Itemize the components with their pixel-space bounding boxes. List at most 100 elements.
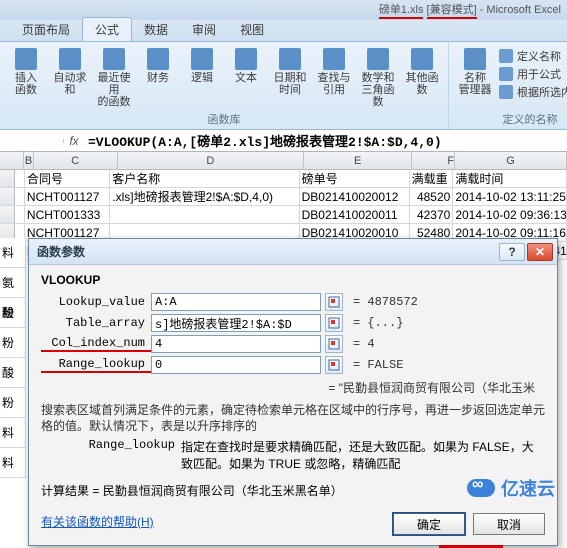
ok-button[interactable]: 确定	[393, 513, 465, 535]
name-manager-icon	[464, 48, 486, 70]
row-header[interactable]	[0, 206, 15, 223]
cell[interactable]: 磅单号	[300, 170, 410, 187]
arg-row: Range_lookup= FALSE	[41, 356, 545, 374]
function-description: 搜索表区域首列满足条件的元素，确定待检索单元格在区域中的行序号，再进一步返回选定…	[41, 402, 545, 434]
cell[interactable]	[15, 206, 25, 223]
column-headers: B C D E F G	[0, 152, 567, 170]
range-select-button[interactable]	[325, 335, 343, 353]
ribbon-button[interactable]: 最近使用的函数	[94, 46, 134, 110]
arg-input[interactable]	[151, 314, 321, 332]
row-header[interactable]	[0, 188, 15, 205]
cell[interactable]: .xls]地磅报表管理2!$A:$D,4,0)	[110, 188, 299, 205]
cell[interactable]: 42370	[410, 206, 454, 223]
ribbon-button[interactable]: 其他函数	[402, 46, 442, 110]
cell[interactable]: DB021410020012	[300, 188, 410, 205]
select-all-corner[interactable]	[0, 152, 24, 169]
cell-fragment[interactable]: 粉	[0, 328, 26, 358]
arg-input[interactable]	[151, 335, 321, 353]
arg-desc-text: 指定在查找时是要求精确匹配，还是大致匹配。如果为 FALSE，大致匹配。如果为 …	[181, 438, 545, 472]
name-manager-button[interactable]: 名称 管理器	[455, 46, 495, 102]
title-app: - Microsoft Excel	[480, 4, 561, 16]
ribbon-list-item[interactable]: 根据所选内容创建	[499, 84, 567, 100]
col-header[interactable]: F	[412, 152, 455, 169]
ribbon-button[interactable]: 文本	[226, 46, 266, 110]
formula-input[interactable]: =VLOOKUP(A:A,[磅单2.xls]地磅报表管理2!$A:$D,4,0)	[84, 129, 567, 152]
range-select-button[interactable]	[325, 314, 343, 332]
tab-page-layout[interactable]: 页面布局	[10, 18, 82, 41]
col-header[interactable]: C	[34, 152, 118, 169]
tab-data[interactable]: 数据	[132, 18, 180, 41]
cell[interactable]: 48520	[410, 188, 454, 205]
cell-fragment[interactable]: 粉	[0, 388, 26, 418]
col-header[interactable]: G	[455, 152, 567, 169]
dialog-help-button[interactable]: ?	[499, 243, 525, 261]
cell-fragment[interactable]: 粉	[0, 298, 26, 328]
cell-fragment[interactable]: 料	[0, 418, 26, 448]
cell[interactable]: 2014-10-02 09:36:13	[453, 206, 567, 223]
name-box[interactable]	[0, 139, 64, 143]
inline-result: = "民勤县恒润商贸有限公司（华北玉米	[41, 380, 545, 396]
tab-formulas[interactable]: 公式	[82, 17, 132, 41]
cell[interactable]: 满载重	[410, 170, 454, 187]
arg-eval: = {...}	[353, 316, 403, 330]
fx-icon[interactable]: fx	[64, 134, 84, 148]
ribbon-button[interactable]: 插入函数	[6, 46, 46, 110]
cell-fragment[interactable]: 酸	[0, 358, 26, 388]
arg-input[interactable]	[151, 356, 321, 374]
ribbon-button[interactable]: 逻辑	[182, 46, 222, 110]
ribbon-button[interactable]: 查找与引用	[314, 46, 354, 110]
col-header[interactable]: E	[304, 152, 412, 169]
group-label-functions: 函数库	[6, 111, 442, 127]
col-header[interactable]: B	[24, 152, 33, 169]
arg-row: Table_array = {...}	[41, 314, 545, 332]
function-name: VLOOKUP	[41, 273, 545, 287]
ribbon-button[interactable]: 数学和三角函数	[358, 46, 398, 110]
range-select-button[interactable]	[325, 293, 343, 311]
dialog-title: 函数参数	[37, 243, 85, 260]
cell[interactable]: NCHT001333	[25, 206, 110, 223]
arg-eval: = 4	[353, 337, 375, 351]
cell[interactable]: 客户名称	[110, 170, 299, 187]
logic-icon	[191, 48, 213, 70]
ribbon-button[interactable]: 自动求和	[50, 46, 90, 110]
tab-view[interactable]: 视图	[228, 18, 276, 41]
arg-input[interactable]	[151, 293, 321, 311]
cell[interactable]: 满载时间	[453, 170, 567, 187]
tab-review[interactable]: 审阅	[180, 18, 228, 41]
title-mode: [兼容模式]	[427, 1, 477, 19]
dialog-close-button[interactable]: ✕	[527, 243, 553, 261]
group-label-names: 定义的名称	[455, 111, 567, 127]
arg-label: Table_array	[41, 316, 151, 330]
arg-row: Lookup_value= 4878572	[41, 293, 545, 311]
ribbon-tabs: 页面布局 公式 数据 审阅 视图	[0, 20, 567, 42]
cell[interactable]: DB021410020011	[300, 206, 410, 223]
title-filename: 磅单1.xls	[379, 1, 424, 19]
help-link[interactable]: 有关该函数的帮助(H)	[41, 513, 154, 530]
range-select-button[interactable]	[325, 356, 343, 374]
ribbon-button[interactable]: 财务	[138, 46, 178, 110]
mini-icon	[499, 67, 513, 81]
ribbon-list-item[interactable]: 定义名称	[499, 48, 567, 64]
cell[interactable]: 合同号	[25, 170, 110, 187]
recent-icon	[103, 48, 125, 70]
cell-fragment[interactable]: 氨酸	[0, 268, 26, 298]
dialog-titlebar[interactable]: 函数参数 ? ✕	[29, 239, 557, 265]
formula-bar: fx =VLOOKUP(A:A,[磅单2.xls]地磅报表管理2!$A:$D,4…	[0, 130, 567, 152]
cell[interactable]: NCHT001127	[25, 188, 110, 205]
cancel-button[interactable]: 取消	[473, 513, 545, 535]
ribbon-list-item[interactable]: 用于公式	[499, 66, 567, 82]
cell[interactable]	[15, 188, 25, 205]
arg-eval: = 4878572	[353, 295, 418, 309]
cell[interactable]	[110, 206, 299, 223]
row-header[interactable]	[0, 170, 15, 187]
ribbon-button[interactable]: 日期和时间	[270, 46, 310, 110]
arg-desc-label: Range_lookup	[41, 438, 181, 472]
cell-fragment[interactable]: 料	[0, 238, 26, 268]
math-icon	[367, 48, 389, 70]
cell[interactable]	[15, 170, 25, 187]
watermark: 亿速云	[467, 475, 555, 501]
cell[interactable]: 2014-10-02 13:11:25	[453, 188, 567, 205]
col-header[interactable]: D	[118, 152, 304, 169]
date-icon	[279, 48, 301, 70]
cell-fragment[interactable]: 料	[0, 448, 26, 478]
